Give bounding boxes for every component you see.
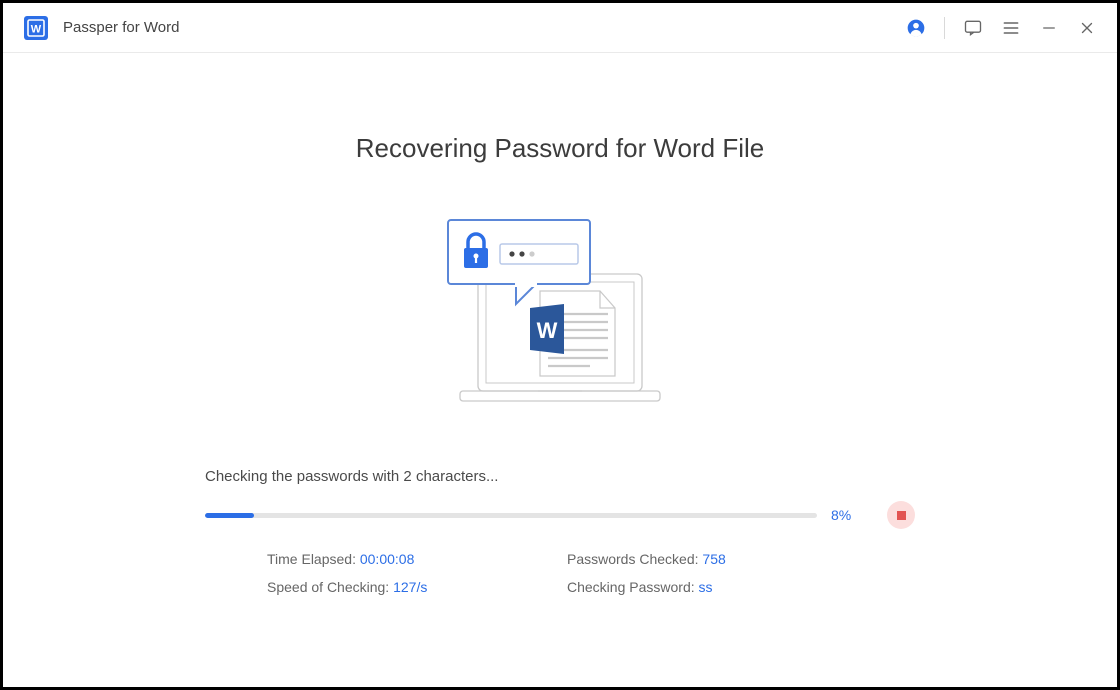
- time-elapsed-value: 00:00:08: [360, 551, 415, 567]
- menu-icon[interactable]: [1001, 18, 1021, 38]
- progress-fill: [205, 513, 254, 518]
- checking-password-value: ss: [699, 579, 713, 595]
- speed-label: Speed of Checking:: [267, 579, 393, 595]
- stats-right-col: Passwords Checked: 758 Checking Password…: [567, 551, 726, 595]
- app-title: Passper for Word: [63, 19, 179, 36]
- progress-bar: [205, 513, 817, 518]
- progress-percent: 8%: [831, 507, 861, 523]
- stat-speed: Speed of Checking: 127/s: [267, 579, 567, 595]
- stop-button[interactable]: [887, 501, 915, 529]
- progress-row: 8%: [205, 501, 915, 529]
- titlebar-right: [906, 17, 1097, 39]
- page-heading: Recovering Password for Word File: [356, 133, 764, 164]
- app-window: W Passper for Word: [0, 0, 1120, 690]
- stats: Time Elapsed: 00:00:08 Speed of Checking…: [205, 551, 915, 595]
- recovery-illustration: W: [430, 216, 690, 406]
- close-icon[interactable]: [1077, 18, 1097, 38]
- main-content: Recovering Password for Word File: [3, 53, 1117, 687]
- status-text: Checking the passwords with 2 characters…: [205, 468, 915, 485]
- checking-password-label: Checking Password:: [567, 579, 699, 595]
- titlebar-left: W Passper for Word: [23, 15, 179, 41]
- progress-section: Checking the passwords with 2 characters…: [205, 468, 915, 595]
- stats-left-col: Time Elapsed: 00:00:08 Speed of Checking…: [267, 551, 567, 595]
- passwords-checked-label: Passwords Checked:: [567, 551, 702, 567]
- stat-checking-password: Checking Password: ss: [567, 579, 726, 595]
- time-elapsed-label: Time Elapsed:: [267, 551, 360, 567]
- stop-icon: [897, 511, 906, 520]
- stat-time-elapsed: Time Elapsed: 00:00:08: [267, 551, 567, 567]
- feedback-icon[interactable]: [963, 18, 983, 38]
- speed-value: 127/s: [393, 579, 427, 595]
- svg-text:W: W: [537, 318, 558, 343]
- stat-passwords-checked: Passwords Checked: 758: [567, 551, 726, 567]
- divider: [944, 17, 945, 39]
- account-icon[interactable]: [906, 18, 926, 38]
- svg-text:W: W: [31, 23, 42, 35]
- passwords-checked-value: 758: [702, 551, 725, 567]
- titlebar: W Passper for Word: [3, 3, 1117, 53]
- minimize-icon[interactable]: [1039, 18, 1059, 38]
- app-logo-icon: W: [23, 15, 49, 41]
